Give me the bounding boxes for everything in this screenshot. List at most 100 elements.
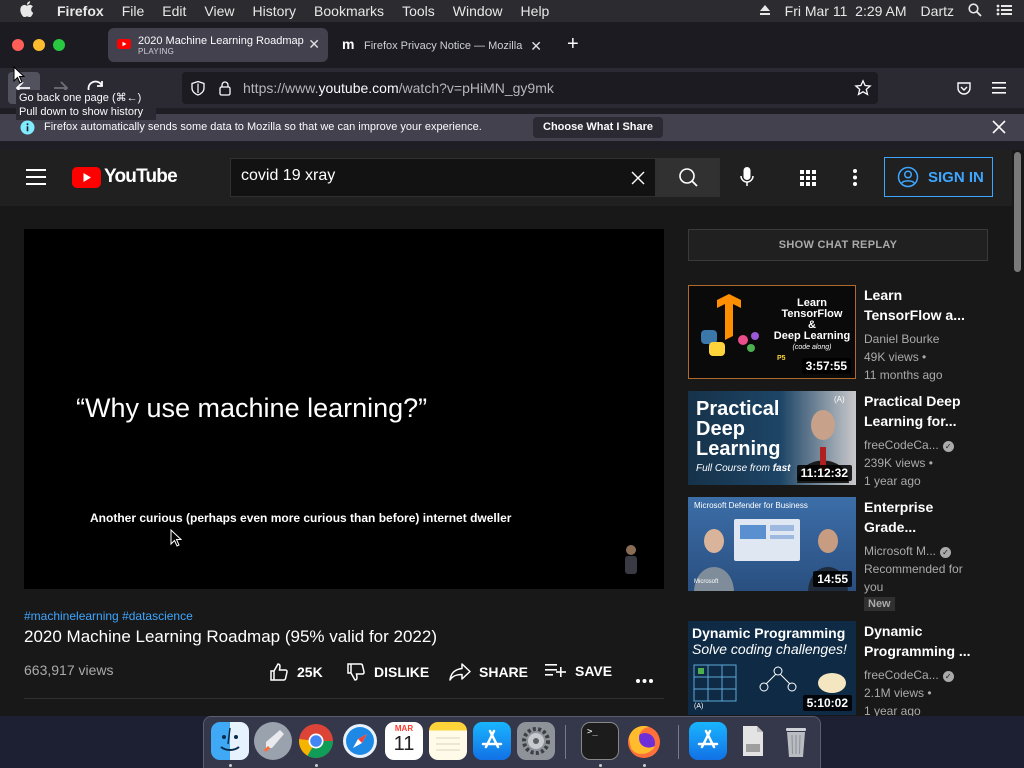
recommended-video[interactable]: Dynamic Programming Solve coding challen… <box>688 621 998 716</box>
youtube-logo-text: YouTube <box>104 166 178 187</box>
lock-icon[interactable] <box>218 80 232 99</box>
thumb-part: Full Course from <box>696 463 770 474</box>
recommended-title[interactable]: Learn TensorFlow a... <box>864 285 984 325</box>
guide-menu-icon[interactable] <box>26 169 46 190</box>
app-menu-hamburger-icon[interactable] <box>992 81 1006 99</box>
search-button[interactable] <box>656 158 720 197</box>
menu-help[interactable]: Help <box>512 3 559 19</box>
video-duration: 14:55 <box>813 571 852 587</box>
info-icon <box>20 120 35 138</box>
app-store-folder-icon[interactable] <box>689 722 727 760</box>
window-minimize-button[interactable] <box>33 39 45 51</box>
video-thumbnail[interactable]: Learn TensorFlow & Deep Learning (code a… <box>688 285 856 379</box>
choose-what-i-share-button[interactable]: Choose What I Share <box>533 117 664 138</box>
chrome-icon[interactable] <box>297 722 335 760</box>
menu-edit[interactable]: Edit <box>153 3 195 19</box>
menu-bookmarks[interactable]: Bookmarks <box>305 3 393 19</box>
like-button[interactable]: 25K <box>269 662 323 682</box>
settings-more-vertical-icon[interactable] <box>853 169 857 191</box>
show-chat-replay-button[interactable]: SHOW CHAT REPLAY <box>688 229 988 261</box>
sign-in-button[interactable]: SIGN IN <box>884 157 993 197</box>
save-button[interactable]: SAVE <box>545 662 612 680</box>
window-zoom-button[interactable] <box>53 39 65 51</box>
channel-name[interactable]: Daniel Bourke <box>864 330 994 348</box>
menu-clock[interactable]: Fri Mar 11 2:29 AM <box>785 3 907 19</box>
spotlight-search-icon[interactable] <box>968 2 982 20</box>
channel-name[interactable]: freeCodeCa... ✓ <box>864 666 994 684</box>
tracking-protection-shield-icon[interactable] <box>190 80 206 99</box>
video-hashtags[interactable]: #machinelearning #datascience <box>24 609 193 623</box>
pocket-icon[interactable] <box>956 80 972 101</box>
channel-name[interactable]: Microsoft M... ✓ <box>864 542 994 560</box>
clear-search-icon[interactable] <box>631 171 645 190</box>
menu-user[interactable]: Dartz <box>921 3 954 19</box>
recommended-video[interactable]: Microsoft Defender for Business Microsof… <box>688 497 998 611</box>
thumb-line: (code along) <box>792 344 832 351</box>
like-count: 25K <box>297 664 323 680</box>
video-thumbnail[interactable]: Microsoft Defender for Business Microsof… <box>688 497 856 591</box>
share-button[interactable]: SHARE <box>449 662 528 682</box>
menu-app-name[interactable]: Firefox <box>48 3 113 19</box>
menu-history[interactable]: History <box>243 3 305 19</box>
eject-icon[interactable] <box>759 3 771 19</box>
calendar-icon[interactable]: MAR 11 <box>385 722 423 760</box>
youtube-logo[interactable]: YouTube <box>72 166 178 188</box>
apps-grid-icon[interactable] <box>800 170 816 191</box>
mouse-cursor-icon <box>13 65 26 89</box>
channel-name[interactable]: freeCodeCa... ✓ <box>864 436 994 454</box>
search-box[interactable] <box>230 158 656 197</box>
recommended-title[interactable]: Dynamic Programming ... <box>864 621 984 661</box>
page-scrollbar[interactable] <box>1012 150 1024 716</box>
notes-icon[interactable] <box>429 722 467 760</box>
launchpad-icon[interactable] <box>254 722 292 760</box>
tab-youtube[interactable]: 2020 Machine Learning Roadmap PLAYING ✕ <box>108 28 328 62</box>
tab-close-icon[interactable]: ✕ <box>308 36 320 53</box>
video-player[interactable]: “Why use machine learning?” Another curi… <box>24 229 664 589</box>
menu-file[interactable]: File <box>113 3 154 19</box>
scrollbar-thumb[interactable] <box>1014 152 1021 272</box>
recommended-title[interactable]: Enterprise Grade... <box>864 497 984 537</box>
tab-close-icon[interactable]: ✕ <box>530 38 542 55</box>
terminal-icon[interactable]: >_ <box>581 722 619 760</box>
running-indicator <box>643 764 646 767</box>
tab-privacy-notice[interactable]: m Firefox Privacy Notice — Mozilla ✕ <box>334 28 550 62</box>
voice-search-microphone-icon[interactable] <box>739 166 755 193</box>
url-text[interactable]: https://www.youtube.com/watch?v=pHiMN_gy… <box>243 80 554 96</box>
apple-menu-icon[interactable] <box>0 1 48 21</box>
url-prefix: https://www. <box>243 80 319 96</box>
video-thumbnail[interactable]: Practical Deep Learning Full Course from… <box>688 391 856 485</box>
dislike-button[interactable]: DISLIKE <box>346 662 429 682</box>
video-thumbnail[interactable]: Dynamic Programming Solve coding challen… <box>688 621 856 715</box>
notification-close-icon[interactable] <box>992 120 1006 137</box>
menu-window[interactable]: Window <box>444 3 512 19</box>
window-close-button[interactable] <box>12 39 24 51</box>
video-duration: 11:12:32 <box>796 465 852 481</box>
recommended-video[interactable]: Learn TensorFlow & Deep Learning (code a… <box>688 285 998 382</box>
search-input[interactable] <box>241 167 621 185</box>
microsoft-logo-text: Microsoft <box>694 579 719 585</box>
menu-tools[interactable]: Tools <box>393 3 444 19</box>
title-line: Programming ... <box>864 643 971 659</box>
bookmark-star-icon[interactable] <box>854 79 872 100</box>
app-store-icon[interactable] <box>473 722 511 760</box>
system-preferences-gear-icon[interactable] <box>517 722 555 760</box>
finder-icon[interactable] <box>211 722 249 760</box>
video-title: 2020 Machine Learning Roadmap (95% valid… <box>24 627 437 646</box>
url-bar[interactable]: https://www.youtube.com/watch?v=pHiMN_gy… <box>182 72 878 104</box>
search-icon <box>679 168 698 187</box>
preview-document-icon[interactable] <box>733 722 771 760</box>
recommended-video[interactable]: Practical Deep Learning Full Course from… <box>688 391 998 488</box>
recommended-title[interactable]: Practical Deep Learning for... <box>864 391 984 431</box>
safari-icon[interactable] <box>341 722 379 760</box>
recommended-for-you: Recommended for <box>864 562 963 576</box>
running-indicator <box>599 764 602 767</box>
menu-view[interactable]: View <box>195 3 243 19</box>
thumb-line: Learning <box>696 438 781 460</box>
trash-icon[interactable] <box>777 722 815 760</box>
notification-message: Firefox automatically sends some data to… <box>44 121 482 133</box>
more-actions-icon[interactable] <box>636 670 653 688</box>
calendar-day: 11 <box>393 733 415 755</box>
firefox-icon[interactable] <box>625 722 663 760</box>
new-tab-plus-icon[interactable]: + <box>567 33 579 56</box>
control-center-icon[interactable] <box>996 3 1012 19</box>
